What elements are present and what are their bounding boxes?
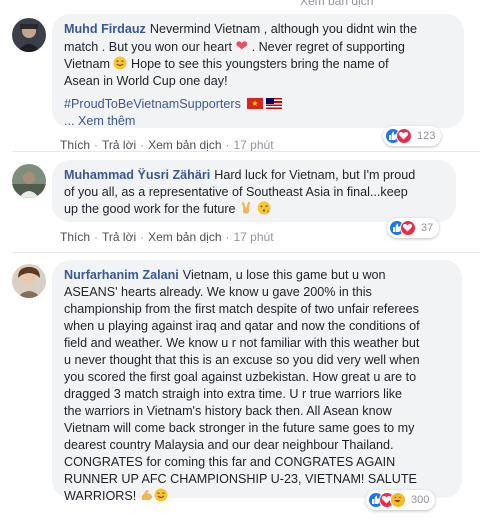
comment-text-line: Asean in World Cup one day! — [64, 74, 228, 88]
see-translation-button[interactable]: Xem bản dịch — [148, 138, 221, 152]
top-partial-text: Xem bản dịch — [300, 0, 374, 8]
love-reaction-icon — [396, 128, 412, 144]
comment-text-line: Vietnam, u lose this game but u won — [182, 268, 386, 282]
comment-text-line: the warriors in Vietnam's history back t… — [64, 404, 392, 418]
reply-button[interactable]: Trả lời — [102, 230, 136, 244]
comment-timestamp[interactable]: 17 phút — [234, 230, 274, 244]
comment-text-line: championship from the first match despit… — [64, 302, 419, 316]
avatar[interactable] — [12, 18, 46, 52]
comment-text-line: Vietnam — [64, 57, 110, 71]
top-partial-bar: Xem bản dịch — [0, 0, 480, 8]
haha-reaction-icon — [390, 492, 406, 508]
malaysia-flag-icon — [266, 98, 283, 109]
smile-emoji-icon — [154, 488, 168, 502]
comment-text-line: when u playing against iraq and qatar an… — [64, 319, 420, 333]
victory-hand-emoji-icon — [239, 201, 253, 215]
kiss-emoji-icon — [257, 201, 271, 215]
comment-text-line: you scored the first goal against uzbeki… — [64, 370, 417, 384]
see-more-link[interactable]: ... Xem thêm — [64, 114, 135, 128]
like-button[interactable]: Thích — [60, 138, 90, 152]
comment-actions: Thích · Trả lời · Xem bản dịch · 17 phút — [60, 230, 274, 244]
avatar[interactable] — [12, 264, 46, 298]
comment-text-line: Nevermind Vietnam , although you didnt w… — [149, 22, 418, 36]
comment-text-line: Hard luck for Vietnam, but I'm proud — [214, 168, 416, 182]
comment-timestamp[interactable]: 17 phút — [234, 138, 274, 152]
reactions-summary[interactable]: 123 — [383, 126, 442, 146]
hashtag-link[interactable]: #ProudToBeVietnamSupporters — [64, 96, 241, 113]
avatar[interactable] — [12, 164, 46, 198]
vietnam-flag-icon — [247, 98, 264, 109]
comment-text-line: RUNNER UP AFC CHAMPIONSHIP U-23, VIETNAM… — [64, 472, 417, 486]
comment-text-line: CONGRATES for coming this far and CONGRA… — [64, 455, 396, 469]
comment-text-line: dragged 3 match straigh into extra time.… — [64, 387, 403, 401]
love-reaction-icon — [400, 220, 416, 236]
comment-text-line: . Never regret of supporting — [251, 40, 405, 54]
comment-bubble: Muhd Firdauz Nevermind Vietnam , although… — [52, 14, 464, 128]
like-button[interactable]: Thích — [60, 230, 90, 244]
reactions-summary[interactable]: 37 — [387, 218, 440, 238]
comment-bubble: Muhammad Ÿusri Zähäri Hard luck for Vietn… — [52, 160, 456, 222]
comment-text-line: Hope to see this youngsters bring the na… — [130, 57, 389, 71]
reaction-count: 300 — [411, 494, 430, 506]
smile-emoji-icon — [113, 56, 127, 70]
heart-emoji-icon: ❤ — [235, 38, 249, 55]
comment-text-line: of you all, as a representative of South… — [64, 185, 408, 199]
comment-divider — [12, 252, 480, 253]
reactions-summary[interactable]: 300 — [366, 490, 436, 510]
comment-author[interactable]: Nurfarhanim Zalani — [64, 268, 179, 282]
comment-text-line: u never thought that this is an excuse s… — [64, 353, 420, 367]
see-translation-button[interactable]: Xem bản dịch — [148, 230, 221, 244]
comment-text-line: match . But you won our heart — [64, 40, 233, 54]
reply-button[interactable]: Trả lời — [102, 138, 136, 152]
reaction-count: 123 — [417, 130, 436, 142]
comment-text-line: WARRIORS! — [64, 489, 137, 503]
comment-text-line: up the good work for the future — [64, 202, 236, 216]
comment-divider — [12, 151, 480, 152]
comment-text-line: ASEANS' hearts already. We know u gave 2… — [64, 285, 372, 299]
comment-author[interactable]: Muhammad Ÿusri Zähäri — [64, 168, 210, 182]
comment-text-line: field and weather. We know u r not famil… — [64, 336, 420, 350]
comment-actions: Thích · Trả lời · Xem bản dịch · 17 phút — [60, 138, 274, 152]
flexed-biceps-emoji-icon — [140, 488, 154, 502]
comment-author[interactable]: Muhd Firdauz — [64, 22, 146, 36]
reaction-count: 37 — [421, 222, 434, 234]
comment-bubble: Nurfarhanim Zalani Vietnam, u lose this g… — [52, 260, 462, 503]
comment-text-line: dearest country Malaysia and our dear ne… — [64, 438, 394, 452]
comment-text-line: Vietnam will come back stronger in the f… — [64, 421, 415, 435]
